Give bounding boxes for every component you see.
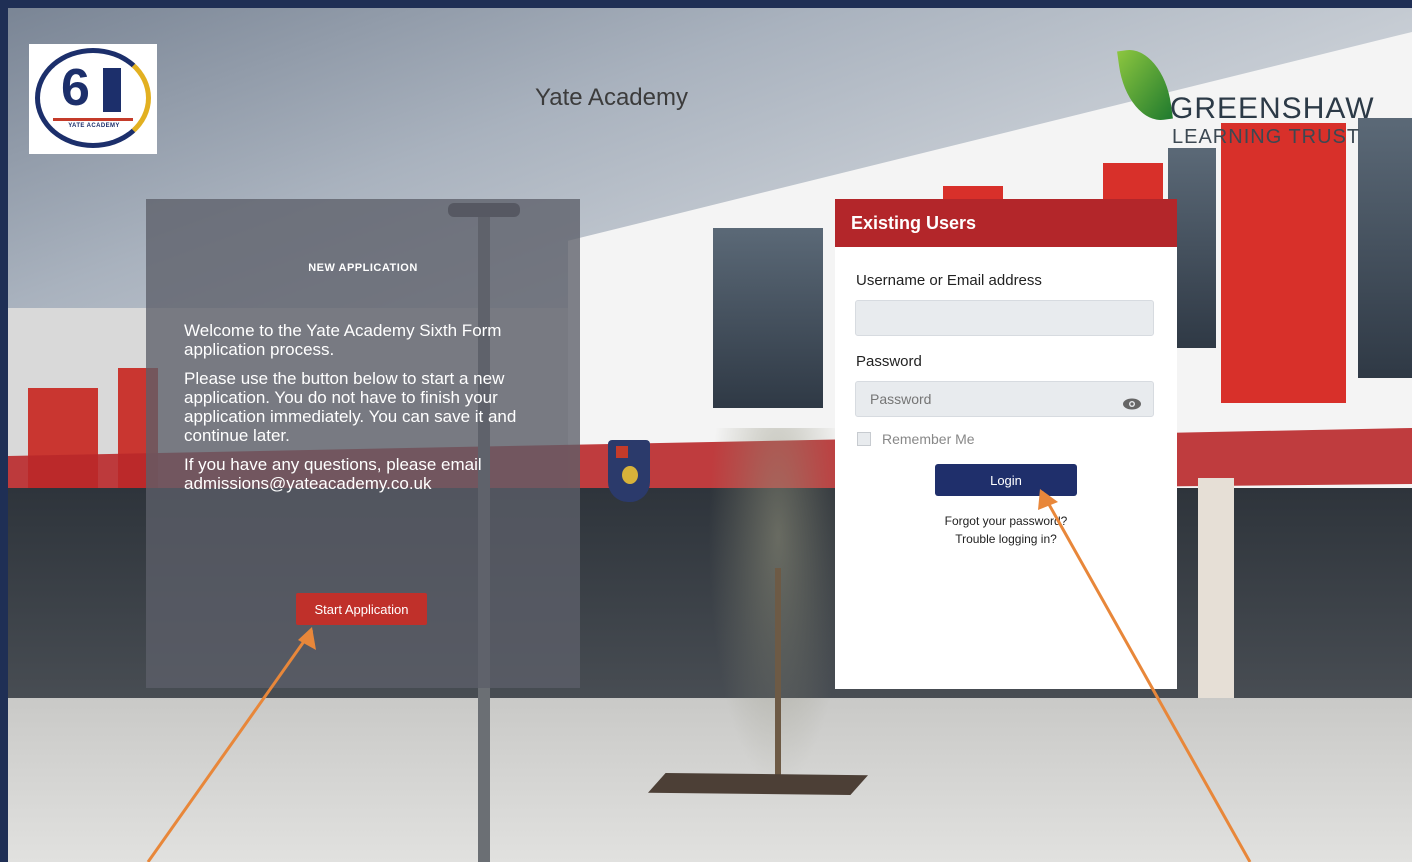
new-application-heading: NEW APPLICATION: [308, 262, 418, 274]
site-title: Yate Academy: [535, 84, 688, 111]
sixth-form-logo: 6 YATE ACADEMY: [29, 44, 157, 154]
remember-me-checkbox[interactable]: [857, 432, 871, 446]
username-label: Username or Email address: [856, 272, 1042, 289]
existing-users-panel: Existing Users Username or Email address…: [835, 199, 1177, 689]
background-tree-trunk: [775, 568, 781, 778]
background-tree-bed: [648, 773, 868, 795]
remember-me-label: Remember Me: [882, 431, 975, 447]
background-window: [713, 228, 823, 408]
new-application-body: Welcome to the Yate Academy Sixth Form a…: [184, 321, 544, 503]
trouble-logging-in-link[interactable]: Trouble logging in?: [835, 532, 1177, 546]
greenshaw-logo-name: GREENSHAW: [1170, 92, 1375, 125]
password-input[interactable]: [855, 381, 1154, 417]
logo-form-bar: [103, 68, 121, 112]
username-input[interactable]: [855, 300, 1154, 336]
contact-paragraph: If you have any questions, please email …: [184, 455, 482, 493]
background-red-panel: [1221, 123, 1346, 403]
greenshaw-logo-subtitle: LEARNING TRUST: [1172, 126, 1361, 148]
background-window: [1358, 118, 1412, 378]
logo-ring: [35, 48, 151, 148]
logo-number: 6: [61, 59, 90, 117]
forgot-password-link[interactable]: Forgot your password?: [835, 514, 1177, 528]
show-password-eye-icon[interactable]: [1122, 397, 1142, 411]
background-pillar: [1198, 478, 1234, 718]
login-button[interactable]: Login: [935, 464, 1077, 496]
logo-text: YATE ACADEMY: [68, 123, 120, 129]
welcome-paragraph: Welcome to the Yate Academy Sixth Form a…: [184, 321, 502, 359]
new-application-panel: NEW APPLICATION Welcome to the Yate Acad…: [146, 199, 580, 688]
logo-underline: [53, 118, 133, 121]
start-application-button[interactable]: Start Application: [296, 593, 427, 625]
instructions-paragraph: Please use the button below to start a n…: [184, 369, 517, 445]
school-crest-icon: [608, 440, 650, 502]
existing-users-heading: Existing Users: [835, 199, 1177, 247]
remember-me-option[interactable]: Remember Me: [857, 431, 975, 447]
password-label: Password: [856, 353, 922, 370]
